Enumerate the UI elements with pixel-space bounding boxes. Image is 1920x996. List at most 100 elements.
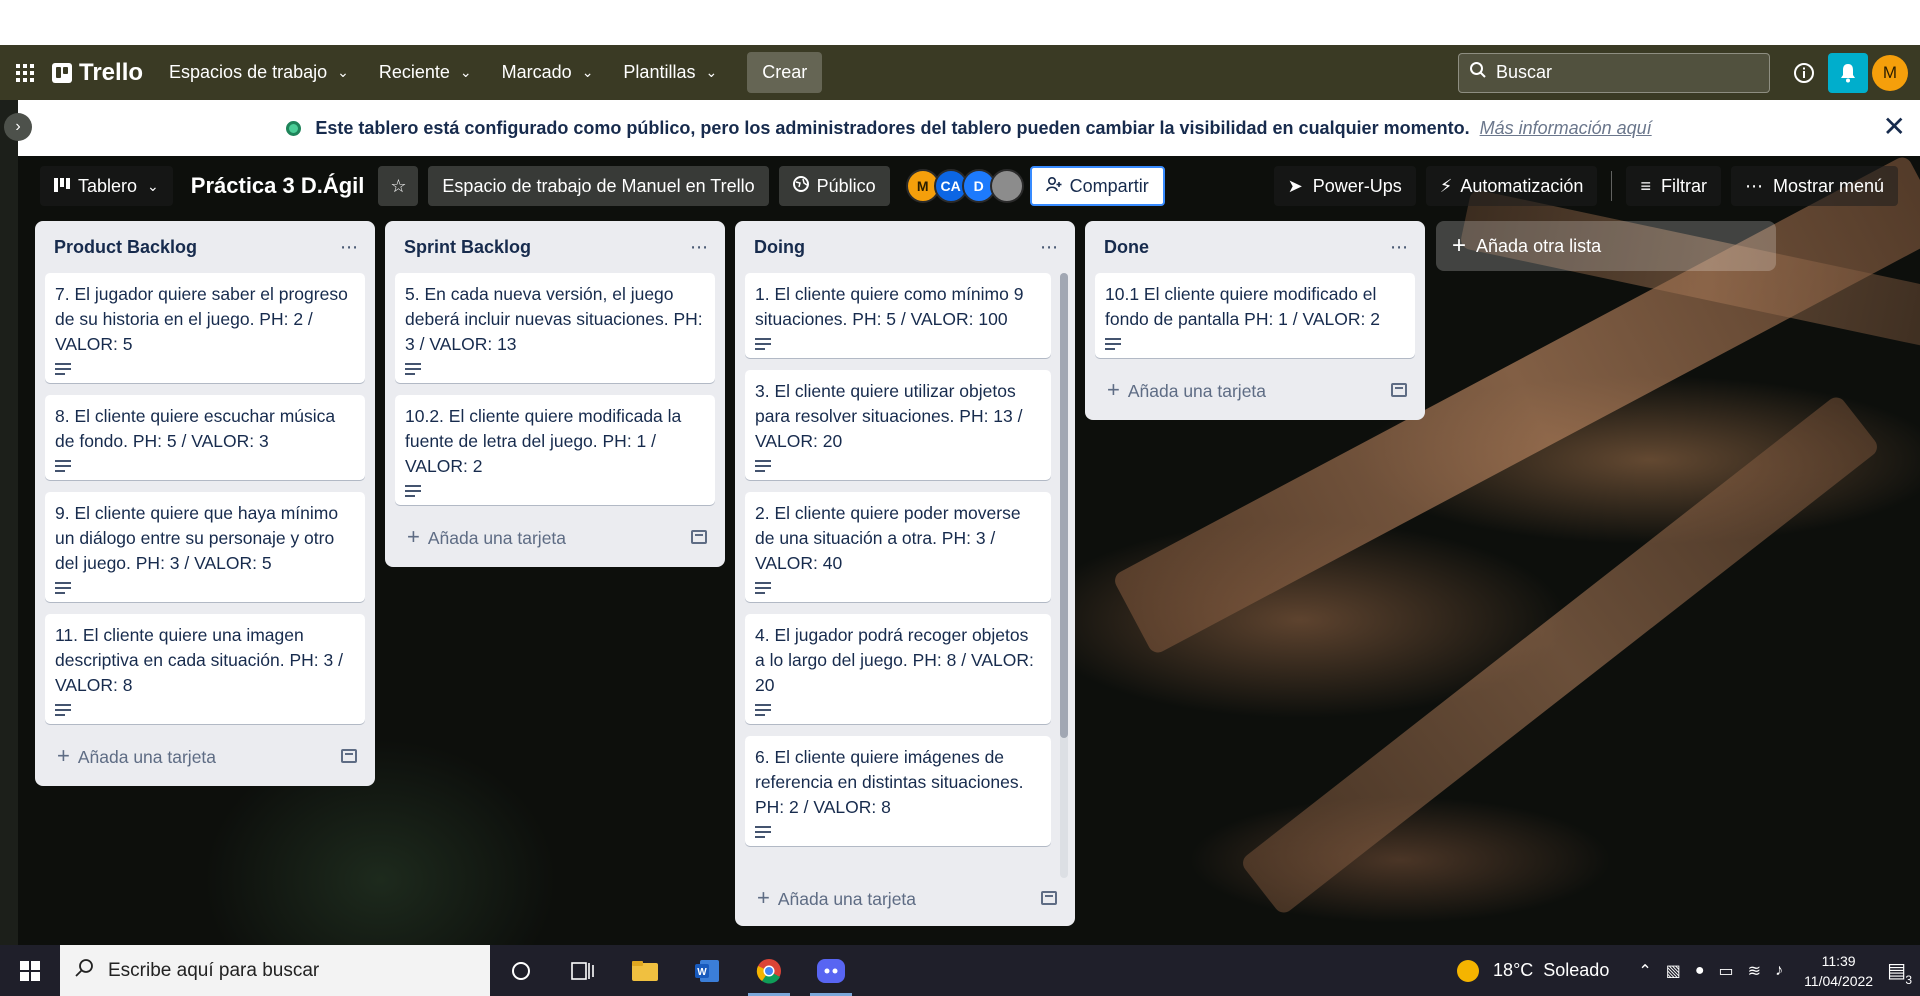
card[interactable]: 7. El jugador quiere saber el progreso d…	[45, 273, 365, 383]
card[interactable]: 10.1 El cliente quiere modificado el fon…	[1095, 273, 1415, 358]
nav-label: Espacios de trabajo	[169, 62, 328, 82]
windows-start-icon[interactable]	[0, 945, 60, 996]
board-view-switcher[interactable]: Tablero ⌄	[40, 166, 173, 206]
card[interactable]: 2. El cliente quiere poder moverse de un…	[745, 492, 1051, 602]
add-card-button[interactable]: + Añada una tarjeta	[395, 517, 715, 557]
card-template-icon[interactable]	[691, 530, 707, 544]
card[interactable]: 6. El cliente quiere imágenes de referen…	[745, 736, 1051, 846]
scrollbar-thumb[interactable]	[1060, 273, 1068, 738]
list-product-backlog[interactable]: Product Backlog ⋯ 7. El jugador quiere sa…	[35, 221, 375, 786]
list-done[interactable]: Done ⋯ 10.1 El cliente quiere modificado …	[1085, 221, 1425, 420]
info-icon[interactable]	[1784, 53, 1824, 93]
star-icon[interactable]: ☆	[378, 166, 419, 206]
card[interactable]: 1. El cliente quiere como mínimo 9 situa…	[745, 273, 1051, 358]
board-view-icon	[54, 176, 70, 197]
add-card-button[interactable]: + Añada una tarjeta	[1095, 370, 1415, 410]
chrome-icon[interactable]	[738, 945, 800, 996]
clock-date: 11/04/2022	[1804, 972, 1874, 989]
sidebar-expand-icon[interactable]: ›	[4, 113, 32, 141]
card-template-icon[interactable]	[1041, 891, 1057, 905]
user-avatar[interactable]: M	[1872, 54, 1908, 91]
add-list-button[interactable]: + Añada otra lista	[1436, 221, 1776, 271]
more-info-link[interactable]: Más información aquí	[1480, 118, 1652, 139]
microphone-icon[interactable]: ●	[1695, 962, 1705, 980]
show-menu-button[interactable]: ⋯ Mostrar menú	[1730, 166, 1898, 206]
card[interactable]: 4. El jugador podrá recoger objetos a lo…	[745, 614, 1051, 724]
add-card-label: Añada una tarjeta	[777, 889, 917, 909]
list-scrollbar[interactable]	[1060, 273, 1068, 878]
card-title: 3. El cliente quiere utilizar objetos pa…	[755, 381, 1023, 451]
power-ups-button[interactable]: ➤ Power-Ups	[1273, 166, 1416, 206]
taskbar-search-placeholder: Escribe aquí para buscar	[108, 959, 320, 981]
add-card-button[interactable]: + Añada una tarjeta	[745, 878, 1065, 918]
add-card-button[interactable]: + Añada una tarjeta	[45, 736, 365, 776]
create-button[interactable]: Crear	[747, 52, 823, 93]
search-input[interactable]: Buscar	[1458, 52, 1770, 93]
nav-starred[interactable]: Marcado ⌄	[502, 62, 594, 83]
rocket-icon: ➤	[1287, 175, 1303, 196]
share-button[interactable]: Compartir	[1029, 166, 1165, 206]
list-doing[interactable]: Doing ⋯ 1. El cliente quiere como mínimo …	[735, 221, 1075, 926]
filter-button[interactable]: ≡ Filtrar	[1626, 166, 1721, 206]
clock[interactable]: 11:39 11/04/2022	[1804, 951, 1873, 991]
workspace-button[interactable]: Espacio de trabajo de Manuel en Trello	[428, 166, 769, 206]
notification-count: 3	[1905, 973, 1912, 987]
chevron-up-icon[interactable]: ⌃	[1638, 961, 1651, 981]
word-icon[interactable]: W	[676, 945, 738, 996]
board-header: Tablero ⌄ Práctica 3 D.Ágil ☆ Espacio de…	[18, 156, 1920, 216]
notifications-bell-icon[interactable]	[1828, 52, 1868, 93]
card[interactable]: 3. El cliente quiere utilizar objetos pa…	[745, 370, 1051, 480]
more-icon: ⋯	[1744, 175, 1763, 196]
weather-text[interactable]: 18°C Soleado	[1493, 960, 1609, 981]
card-title: 1. El cliente quiere como mínimo 9 situa…	[755, 284, 1024, 329]
automation-button[interactable]: ⚡︎ Automatización	[1425, 166, 1598, 206]
search-icon	[1469, 61, 1487, 84]
divider	[1611, 171, 1613, 201]
card[interactable]: 11. El cliente quiere una imagen descrip…	[45, 614, 365, 724]
file-explorer-icon[interactable]	[614, 945, 676, 996]
close-icon[interactable]: ✕	[1883, 110, 1906, 143]
description-icon	[755, 582, 771, 596]
meet-now-icon[interactable]: ▧	[1666, 961, 1681, 981]
list-title[interactable]: Doing	[754, 237, 805, 258]
list-sprint-backlog[interactable]: Sprint Backlog ⋯ 5. En cada nueva versión…	[385, 221, 725, 567]
list-title[interactable]: Sprint Backlog	[404, 237, 531, 258]
svg-text:W: W	[697, 967, 707, 978]
board-title[interactable]: Práctica 3 D.Ágil	[191, 173, 365, 199]
card[interactable]: 9. El cliente quiere que haya mínimo un …	[45, 492, 365, 602]
task-view-icon[interactable]	[552, 945, 614, 996]
nav-templates[interactable]: Plantillas ⌄	[623, 62, 717, 83]
discord-icon[interactable]	[800, 945, 862, 996]
card-template-icon[interactable]	[341, 749, 357, 763]
app-switcher-icon[interactable]	[12, 60, 38, 86]
trello-logo[interactable]: Trello	[52, 59, 143, 87]
visibility-button[interactable]: Público	[778, 166, 890, 206]
taskbar-search-input[interactable]: Escribe aquí para buscar	[60, 945, 490, 996]
list-title[interactable]: Done	[1104, 237, 1149, 258]
notifications-center-icon[interactable]: ▤ 3	[1887, 958, 1912, 987]
cortana-icon[interactable]	[490, 945, 552, 996]
card[interactable]: 5. En cada nueva versión, el juego deber…	[395, 273, 715, 383]
battery-icon[interactable]: ▭	[1719, 961, 1734, 981]
power-ups-label: Power-Ups	[1312, 175, 1402, 196]
trello-header: Trello Espacios de trabajo ⌄ Reciente ⌄ Ma…	[0, 45, 1920, 100]
share-label: Compartir	[1069, 175, 1149, 196]
nav-recent[interactable]: Reciente ⌄	[379, 62, 472, 83]
list-cards-scroll[interactable]: 1. El cliente quiere como mínimo 9 situa…	[745, 273, 1065, 878]
plus-icon: +	[757, 885, 770, 910]
card-template-icon[interactable]	[1391, 383, 1407, 397]
weather-sun-icon[interactable]	[1457, 959, 1480, 982]
list-actions-icon[interactable]: ⋯	[1040, 237, 1059, 258]
list-actions-icon[interactable]: ⋯	[340, 237, 359, 258]
member-avatar-photo[interactable]	[989, 169, 1024, 203]
plus-icon: +	[57, 743, 70, 768]
volume-icon[interactable]: ♪	[1775, 962, 1783, 980]
card[interactable]: 8. El cliente quiere escuchar música de …	[45, 395, 365, 480]
nav-workspaces[interactable]: Espacios de trabajo ⌄	[169, 62, 349, 83]
wifi-icon[interactable]: ≋	[1748, 961, 1761, 981]
description-icon	[755, 338, 771, 352]
list-actions-icon[interactable]: ⋯	[1390, 237, 1409, 258]
list-title[interactable]: Product Backlog	[54, 237, 197, 258]
card[interactable]: 10.2. El cliente quiere modificada la fu…	[395, 395, 715, 505]
list-actions-icon[interactable]: ⋯	[690, 237, 709, 258]
